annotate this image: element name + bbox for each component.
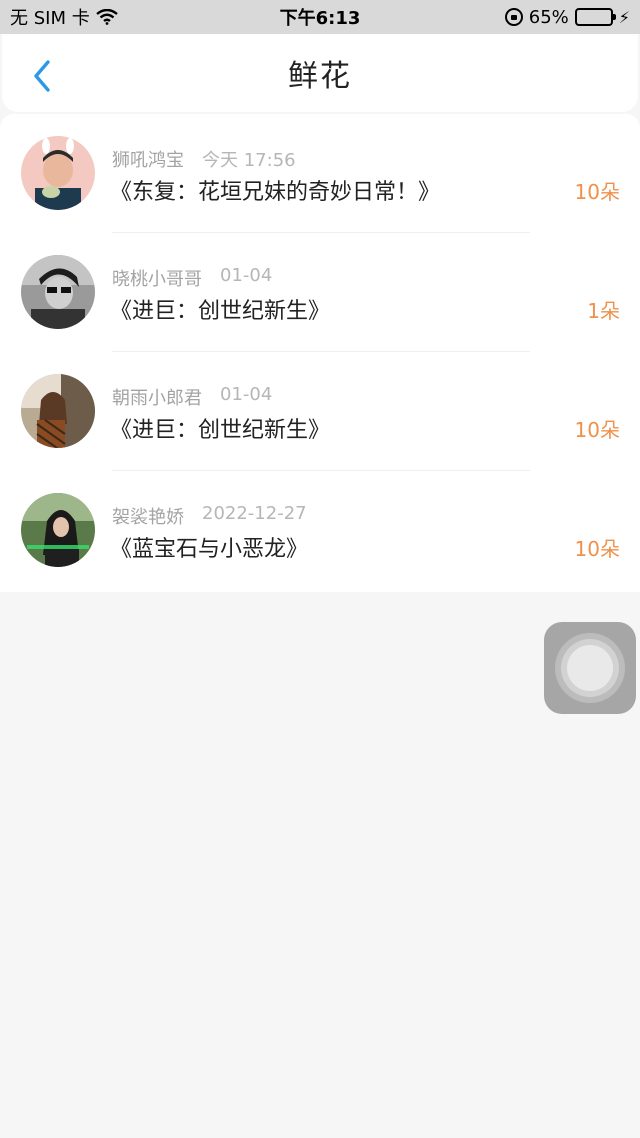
sender-info: 狮吼鸿宝 今天 17:56	[112, 146, 296, 172]
send-date: 2022-12-27	[202, 503, 307, 524]
book-title: 《进巨：创世纪新生》	[110, 299, 331, 324]
avatar[interactable]	[21, 255, 95, 329]
battery-icon	[574, 8, 616, 26]
book-title: 《蓝宝石与小恶龙》	[110, 537, 309, 562]
page-title: 鲜花	[288, 59, 352, 94]
book-title: 《进巨：创世纪新生》	[110, 418, 331, 443]
orientation-lock-icon	[504, 8, 523, 26]
assistive-touch-button[interactable]	[544, 622, 636, 714]
flower-record-list: 狮吼鸿宝 今天 17:56 《东复：花垣兄妹的奇妙日常！》 10朵 晓桃小哥哥 …	[0, 114, 640, 592]
book-title: 《东复：花垣兄妹的奇妙日常！》	[110, 180, 441, 205]
avatar[interactable]	[21, 493, 95, 567]
sender-info: 朝雨小郎君 01-04	[112, 384, 272, 410]
assistive-touch-ring	[555, 633, 625, 703]
nav-bar: 鲜花	[2, 34, 638, 112]
sender-info: 晓桃小哥哥 01-04	[112, 265, 272, 291]
wifi-icon	[95, 8, 118, 25]
battery-percent: 65%	[528, 6, 569, 28]
list-item[interactable]: 袈裟艳娇 2022-12-27 《蓝宝石与小恶龙》 10朵	[0, 471, 640, 590]
sender-name: 朝雨小郎君	[112, 388, 202, 409]
carrier-label: 无 SIM 卡	[10, 8, 90, 29]
sender-info: 袈裟艳娇 2022-12-27	[112, 503, 307, 529]
avatar[interactable]	[21, 136, 95, 210]
flower-count: 10朵	[574, 537, 620, 561]
list-item[interactable]: 狮吼鸿宝 今天 17:56 《东复：花垣兄妹的奇妙日常！》 10朵	[0, 114, 640, 233]
charging-bolt-icon: ⚡	[618, 7, 630, 27]
status-bar: 无 SIM 卡 下午6:13 65% ⚡	[0, 0, 640, 34]
back-button[interactable]	[22, 56, 62, 96]
flower-count: 10朵	[574, 418, 620, 442]
send-date: 今天 17:56	[202, 150, 296, 171]
status-right: 65% ⚡	[504, 6, 630, 28]
chevron-left-icon	[34, 60, 50, 92]
send-date: 01-04	[220, 265, 273, 286]
flower-count: 10朵	[574, 180, 620, 204]
sender-name: 狮吼鸿宝	[112, 150, 184, 171]
list-item[interactable]: 朝雨小郎君 01-04 《进巨：创世纪新生》 10朵	[0, 352, 640, 471]
list-item[interactable]: 晓桃小哥哥 01-04 《进巨：创世纪新生》 1朵	[0, 233, 640, 352]
sender-name: 袈裟艳娇	[112, 507, 184, 528]
status-left: 无 SIM 卡	[10, 4, 118, 30]
flower-count: 1朵	[587, 299, 620, 323]
sender-name: 晓桃小哥哥	[112, 269, 202, 290]
avatar[interactable]	[21, 374, 95, 448]
assistive-touch-dot-icon	[567, 645, 613, 691]
assistive-touch-ring-inner	[561, 639, 619, 697]
send-date: 01-04	[220, 384, 273, 405]
